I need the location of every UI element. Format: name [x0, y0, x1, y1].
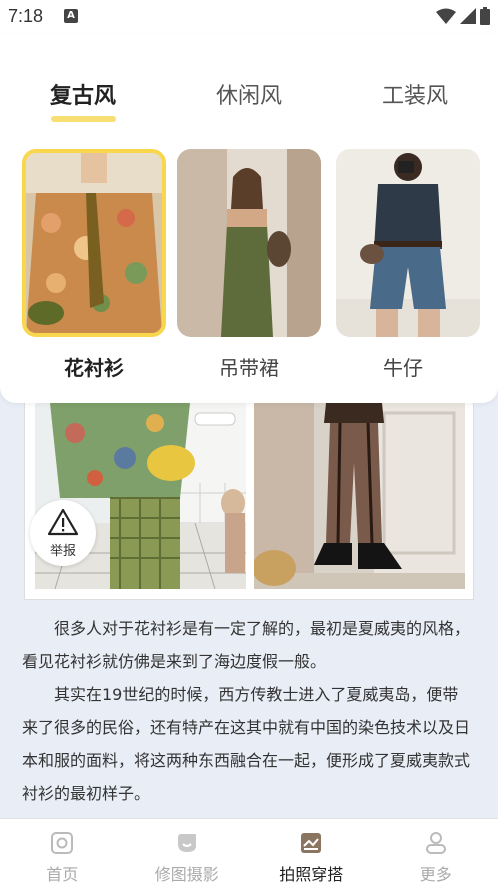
style-card-floral-shirt[interactable]: [22, 149, 166, 337]
outfit-icon: [301, 833, 322, 853]
style-card-denim[interactable]: [336, 149, 480, 337]
article-paragraph: 其实在19世纪的时候，西方传教士进入了夏威夷岛，便带来了很多的民俗，还有特产在这…: [22, 685, 471, 803]
outfit-photo-right-image: [254, 403, 465, 589]
denim-image: [336, 149, 480, 337]
tab-retro[interactable]: 复古风: [50, 78, 116, 110]
style-label-floral-shirt: 花衬衫: [64, 356, 124, 380]
outfit-photo-frame: [24, 402, 474, 600]
floral-shirt-image: [26, 153, 162, 333]
report-label: 举报: [49, 544, 76, 559]
nav-home-label: 首页: [46, 865, 79, 884]
style-card-slip-dress[interactable]: [177, 149, 321, 337]
article-paragraph: 很多人对于花衬衫是有一定了解的，最初是夏威夷的风格，看见花衬衫就仿佛是来到了海边…: [22, 619, 471, 671]
status-bar: 7:18 A: [0, 0, 498, 34]
tab-workwear[interactable]: 工装风: [382, 78, 448, 110]
profile-icon: [425, 832, 446, 854]
warning-icon: [47, 508, 79, 536]
battery-icon: [480, 7, 490, 25]
home-icon: [51, 832, 74, 854]
article-body: 很多人对于花衬衫是有一定了解的，最初是夏威夷的风格，看见花衬衫就仿佛是来到了海边…: [22, 612, 474, 810]
style-label-denim: 牛仔: [383, 356, 423, 380]
status-time: 7:18: [8, 6, 44, 26]
photo-edit-icon: [177, 834, 196, 852]
nav-outfit-label: 拍照穿搭: [279, 865, 344, 884]
nav-home[interactable]: 首页: [0, 819, 125, 885]
slip-dress-image: [177, 149, 321, 337]
nav-more[interactable]: 更多: [374, 819, 498, 885]
signal-icon: [460, 8, 476, 24]
tab-casual[interactable]: 休闲风: [216, 78, 282, 110]
style-selector-panel: 复古风 休闲风 工装风 花衬衫 吊带裙 牛仔: [0, 34, 498, 403]
style-label-slip-dress: 吊带裙: [219, 356, 279, 380]
report-button[interactable]: 举报: [30, 500, 96, 566]
notification-icon: A: [64, 9, 78, 23]
active-tab-indicator: [51, 116, 116, 122]
status-indicators: [436, 7, 490, 25]
nav-photo-edit-label: 修图摄影: [154, 865, 219, 884]
nav-outfit[interactable]: 拍照穿搭: [249, 819, 374, 885]
bottom-navigation: 首页 修图摄影 拍照穿搭 更多: [0, 818, 498, 885]
nav-photo-edit[interactable]: 修图摄影: [125, 819, 250, 885]
outfit-photo-right: [254, 403, 465, 589]
wifi-icon: [436, 8, 456, 24]
nav-more-label: 更多: [419, 865, 452, 884]
